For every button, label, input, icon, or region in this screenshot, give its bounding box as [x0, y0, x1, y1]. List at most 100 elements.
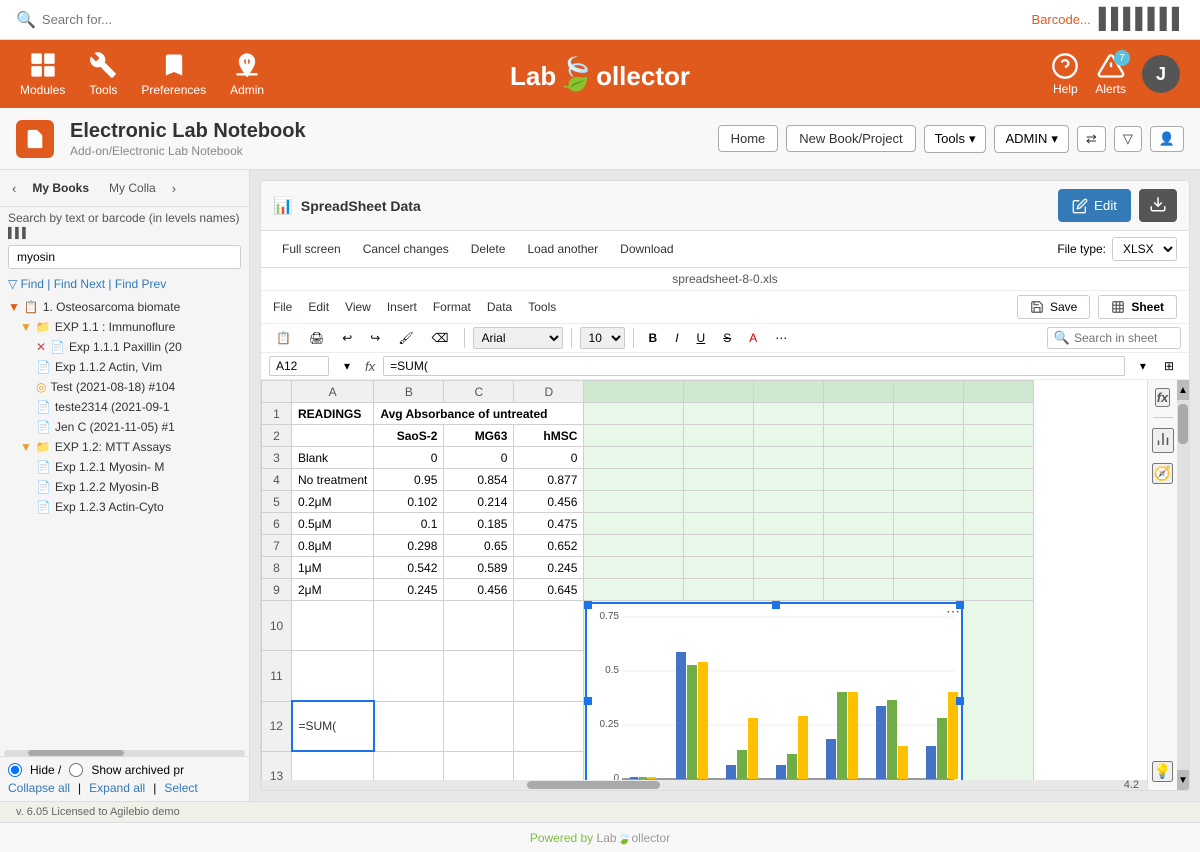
- cell-c2[interactable]: MG63: [444, 425, 514, 447]
- formula-dropdown-btn[interactable]: ▾: [1133, 356, 1153, 376]
- cell-f8[interactable]: [684, 557, 754, 579]
- tree-item-0[interactable]: ▼ 📋 1. Osteosarcoma biomate: [0, 297, 249, 317]
- scroll-down-btn[interactable]: ▼: [1177, 770, 1189, 790]
- cell-i1[interactable]: [894, 403, 964, 425]
- col-header-a[interactable]: A: [292, 381, 374, 403]
- nav-alerts[interactable]: 7 Alerts: [1095, 52, 1126, 96]
- tree-item-1[interactable]: ▼ 📁 EXP 1.1 : Immunoflure: [0, 317, 249, 337]
- cell-c7[interactable]: 0.65: [444, 535, 514, 557]
- cell-d8[interactable]: 0.245: [514, 557, 584, 579]
- cell-b4[interactable]: 0.95: [374, 469, 444, 491]
- global-search-input[interactable]: [42, 12, 242, 27]
- full-screen-btn[interactable]: Full screen: [273, 238, 350, 260]
- cell-g7[interactable]: [754, 535, 824, 557]
- cell-h7[interactable]: [824, 535, 894, 557]
- formula-input[interactable]: [383, 356, 1125, 376]
- cell-e8[interactable]: [584, 557, 684, 579]
- cell-i4[interactable]: [894, 469, 964, 491]
- menu-file[interactable]: File: [273, 300, 292, 314]
- lightbulb-btn[interactable]: 💡: [1152, 761, 1173, 782]
- cell-a9[interactable]: 2μM: [292, 579, 374, 601]
- cell-g6[interactable]: [754, 513, 824, 535]
- cell-a1[interactable]: READINGS: [292, 403, 374, 425]
- cell-b6[interactable]: 0.1: [374, 513, 444, 535]
- tree-item-2[interactable]: ✕ 📄 Exp 1.1.1 Paxillin (20: [0, 337, 249, 357]
- save-button[interactable]: Save: [1017, 295, 1090, 319]
- font-select[interactable]: Arial: [473, 327, 563, 349]
- scroll-thumb[interactable]: [1178, 404, 1188, 444]
- cell-a10[interactable]: [292, 601, 374, 651]
- tree-item-7[interactable]: ▼ 📁 EXP 1.2: MTT Assays: [0, 437, 249, 457]
- italic-btn[interactable]: I: [668, 328, 685, 348]
- col-header-e[interactable]: [584, 381, 684, 403]
- cell-a5[interactable]: 0.2μM: [292, 491, 374, 513]
- nav-preferences[interactable]: Preferences: [141, 51, 206, 97]
- cell-g9[interactable]: [754, 579, 824, 601]
- tree-item-3[interactable]: 📄 Exp 1.1.2 Actin, Vim: [0, 357, 249, 377]
- cell-c9[interactable]: 0.456: [444, 579, 514, 601]
- cell-d7[interactable]: 0.652: [514, 535, 584, 557]
- cell-d3[interactable]: 0: [514, 447, 584, 469]
- expand-all-link[interactable]: Expand all: [89, 781, 145, 795]
- cell-f2[interactable]: [684, 425, 754, 447]
- user-avatar[interactable]: J: [1142, 55, 1180, 93]
- admin-dropdown[interactable]: ADMIN ▾: [994, 125, 1068, 153]
- cell-f4[interactable]: [684, 469, 754, 491]
- cell-ref-dropdown[interactable]: ▾: [337, 356, 357, 376]
- cell-a8[interactable]: 1μM: [292, 557, 374, 579]
- cell-a4[interactable]: No treatment: [292, 469, 374, 491]
- cell-h1[interactable]: [824, 403, 894, 425]
- cell-b1[interactable]: Avg Absorbance of untreated: [374, 403, 584, 425]
- cell-i7[interactable]: [894, 535, 964, 557]
- home-button[interactable]: Home: [718, 125, 779, 152]
- search-in-sheet-input[interactable]: [1074, 331, 1174, 345]
- print-btn[interactable]: 🖨: [302, 328, 331, 348]
- nav-admin[interactable]: Admin: [230, 51, 264, 97]
- edit-button[interactable]: Edit: [1058, 189, 1131, 222]
- fx-btn[interactable]: fx: [1155, 388, 1171, 407]
- tools-dropdown[interactable]: Tools ▾: [924, 125, 987, 153]
- cell-g5[interactable]: [754, 491, 824, 513]
- cell-a2[interactable]: [292, 425, 374, 447]
- ss-grid-container[interactable]: A B C D: [261, 380, 1147, 790]
- sidebar-next-btn[interactable]: ›: [168, 179, 180, 198]
- find-prev-link[interactable]: Find Prev: [115, 277, 166, 291]
- cell-f3[interactable]: [684, 447, 754, 469]
- cell-h8[interactable]: [824, 557, 894, 579]
- cell-e5[interactable]: [584, 491, 684, 513]
- my-books-tab[interactable]: My Books: [24, 178, 97, 198]
- cell-c6[interactable]: 0.185: [444, 513, 514, 535]
- col-header-f[interactable]: [684, 381, 754, 403]
- tree-item-5[interactable]: 📄 teste2314 (2021-09-1: [0, 397, 249, 417]
- col-header-g[interactable]: [754, 381, 824, 403]
- strikethrough-btn[interactable]: S: [716, 328, 738, 348]
- cell-e7[interactable]: [584, 535, 684, 557]
- more-btn[interactable]: ⋯: [768, 328, 794, 348]
- chart-btn[interactable]: [1152, 428, 1174, 453]
- cell-j9[interactable]: [964, 579, 1034, 601]
- cell-c8[interactable]: 0.589: [444, 557, 514, 579]
- menu-view[interactable]: View: [345, 300, 371, 314]
- nav-help[interactable]: Help: [1051, 52, 1079, 96]
- cell-e1[interactable]: [584, 403, 684, 425]
- cell-h9[interactable]: [824, 579, 894, 601]
- bold-btn[interactable]: B: [642, 328, 665, 348]
- cell-h5[interactable]: [824, 491, 894, 513]
- cell-f7[interactable]: [684, 535, 754, 557]
- share-button[interactable]: ⇄: [1077, 126, 1106, 152]
- copy-btn[interactable]: 📋: [269, 328, 298, 348]
- col-header-c[interactable]: C: [444, 381, 514, 403]
- cell-d2[interactable]: hMSC: [514, 425, 584, 447]
- cell-f1[interactable]: [684, 403, 754, 425]
- cell-b7[interactable]: 0.298: [374, 535, 444, 557]
- cell-b12[interactable]: [374, 701, 444, 751]
- col-header-h[interactable]: [824, 381, 894, 403]
- cell-e6[interactable]: [584, 513, 684, 535]
- col-header-b[interactable]: B: [374, 381, 444, 403]
- cell-j6[interactable]: [964, 513, 1034, 535]
- font-color-btn[interactable]: A: [742, 328, 764, 348]
- cell-g2[interactable]: [754, 425, 824, 447]
- cell-b10[interactable]: [374, 601, 444, 651]
- cell-j5[interactable]: [964, 491, 1034, 513]
- cell-d4[interactable]: 0.877: [514, 469, 584, 491]
